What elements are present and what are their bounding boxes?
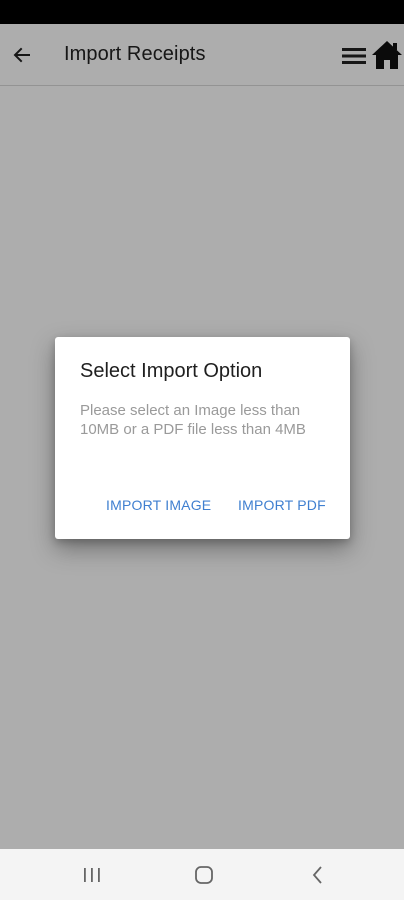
dialog-title: Select Import Option — [80, 360, 263, 382]
system-home-button[interactable] — [192, 863, 216, 887]
back-chevron-icon — [312, 866, 322, 884]
system-nav-bar — [0, 849, 404, 900]
dialog-message: Please select an Image less than 10MB or… — [80, 402, 306, 438]
dialog-actions: IMPORT IMAGE IMPORT PDF — [55, 497, 350, 521]
import-option-dialog: Select Import Option Please select an Im… — [55, 337, 350, 539]
import-pdf-button[interactable]: IMPORT PDF — [238, 497, 326, 513]
recents-button[interactable] — [80, 863, 104, 887]
import-image-button[interactable]: IMPORT IMAGE — [106, 497, 211, 513]
recents-icon — [84, 868, 100, 882]
home-circle-icon — [195, 866, 213, 884]
system-back-button[interactable] — [306, 863, 330, 887]
